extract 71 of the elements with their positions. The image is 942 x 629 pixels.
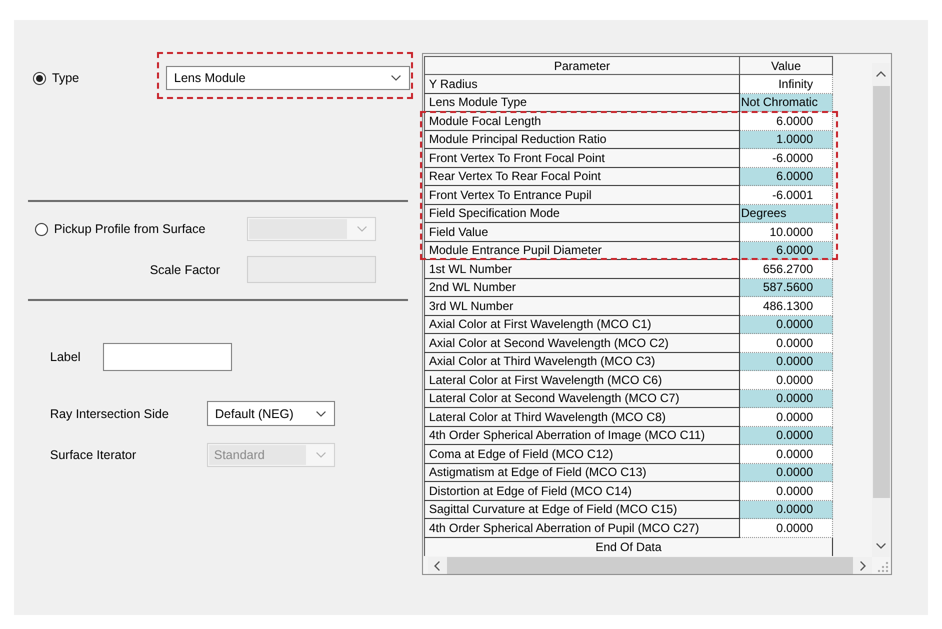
parameter-cell: Axial Color at Third Wavelength (MCO C3) [424, 352, 740, 371]
parameter-cell: Front Vertex To Entrance Pupil [424, 186, 740, 204]
value-cell[interactable]: 0.0000 [740, 482, 833, 500]
value-cell[interactable]: 0.0000 [740, 500, 833, 519]
parameter-cell: 1st WL Number [424, 260, 740, 278]
parameter-cell: Astigmatism at Edge of Field (MCO C13) [424, 464, 740, 482]
parameter-cell: 4th Order Spherical Aberration of Pupil (MCO C27) [424, 519, 740, 538]
chevron-down-icon [316, 410, 326, 416]
value-cell[interactable]: 10.0000 [740, 223, 833, 242]
chevron-down-icon [316, 452, 326, 458]
value-cell[interactable]: 0.0000 [740, 464, 833, 482]
value-cell[interactable]: Not Chromatic [740, 94, 833, 112]
parameter-cell: Sagittal Curvature at Edge of Field (MCO C15) [424, 500, 740, 519]
value-cell[interactable]: 0.0000 [740, 445, 833, 464]
value-cell[interactable]: 486.1300 [740, 297, 833, 316]
parameter-cell: Field Value [424, 223, 740, 242]
parameter-cell: Lateral Color at Second Wavelength (MCO C7) [424, 390, 740, 408]
value-cell[interactable]: 0.0000 [740, 334, 833, 352]
parameter-cell: 3rd WL Number [424, 297, 740, 316]
value-cell[interactable]: 0.0000 [740, 371, 833, 390]
parameter-cell: Axial Color at First Wavelength (MCO C1) [424, 316, 740, 334]
value-cell[interactable]: Infinity [740, 75, 833, 94]
chevron-down-icon[interactable] [876, 543, 886, 549]
parameter-cell: Field Specification Mode [424, 204, 740, 223]
parameter-cell: Rear Vertex To Rear Focal Point [424, 168, 740, 186]
value-cell[interactable]: 0.0000 [740, 352, 833, 371]
parameter-cell: Front Vertex To Front Focal Point [424, 149, 740, 168]
label-field[interactable] [103, 343, 232, 371]
parameter-cell: Coma at Edge of Field (MCO C12) [424, 445, 740, 464]
column-header: Value [740, 56, 833, 75]
value-cell[interactable]: -6.0001 [740, 186, 833, 204]
parameter-cell: 4th Order Spherical Aberration of Image (MCO C11) [424, 426, 740, 445]
chevron-right-icon[interactable] [860, 560, 866, 570]
pickup-radio[interactable]: Pickup Profile from Surface [28, 222, 247, 236]
column-header: Parameter [424, 56, 740, 75]
value-cell[interactable]: 656.2700 [740, 260, 833, 278]
chevron-up-icon[interactable] [876, 71, 886, 77]
value-cell[interactable]: 0.0000 [740, 426, 833, 445]
value-cell[interactable]: 0.0000 [740, 408, 833, 426]
type-radio[interactable]: Type [28, 71, 166, 85]
end-of-data-row: End Of Data [424, 538, 833, 556]
resize-grip-icon[interactable] [878, 562, 888, 572]
parameter-cell: Y Radius [424, 75, 740, 94]
parameter-cell: 2nd WL Number [424, 278, 740, 297]
value-cell[interactable]: -6.0000 [740, 149, 833, 168]
parameter-cell: Module Focal Length [424, 112, 740, 130]
value-cell[interactable]: 0.0000 [740, 316, 833, 334]
parameter-cell: Distortion at Edge of Field (MCO C14) [424, 482, 740, 500]
scrollbar-thumb[interactable] [872, 86, 890, 498]
value-cell[interactable]: 6.0000 [740, 168, 833, 186]
parameter-cell: Lateral Color at First Wavelength (MCO C6) [424, 371, 740, 390]
ray-intersection-dropdown[interactable]: Default (NEG) [207, 401, 335, 426]
parameter-cell: Axial Color at Second Wavelength (MCO C2) [424, 334, 740, 352]
vertical-scrollbar[interactable] [872, 63, 890, 557]
label-caption: Label [50, 350, 82, 364]
ray-intersection-label: Ray Intersection Side [50, 406, 170, 420]
chevron-down-icon [391, 75, 401, 81]
value-cell[interactable]: Degrees [740, 204, 833, 223]
value-cell[interactable]: 0.0000 [740, 519, 833, 538]
value-cell[interactable]: 0.0000 [740, 390, 833, 408]
type-dropdown[interactable]: Lens Module [166, 66, 410, 90]
parameter-cell: Module Principal Reduction Ratio [424, 130, 740, 149]
value-cell[interactable]: 1.0000 [740, 130, 833, 149]
value-cell[interactable]: 6.0000 [740, 112, 833, 130]
scale-factor-label: Scale Factor [148, 262, 220, 276]
value-cell[interactable]: 587.5600 [740, 278, 833, 297]
parameter-cell: Lateral Color at Third Wavelength (MCO C8) [424, 408, 740, 426]
surface-iterator-label: Surface Iterator [50, 448, 138, 462]
chevron-down-icon [357, 226, 367, 232]
chevron-left-icon[interactable] [434, 560, 440, 570]
parameter-cell: Lens Module Type [424, 94, 740, 112]
